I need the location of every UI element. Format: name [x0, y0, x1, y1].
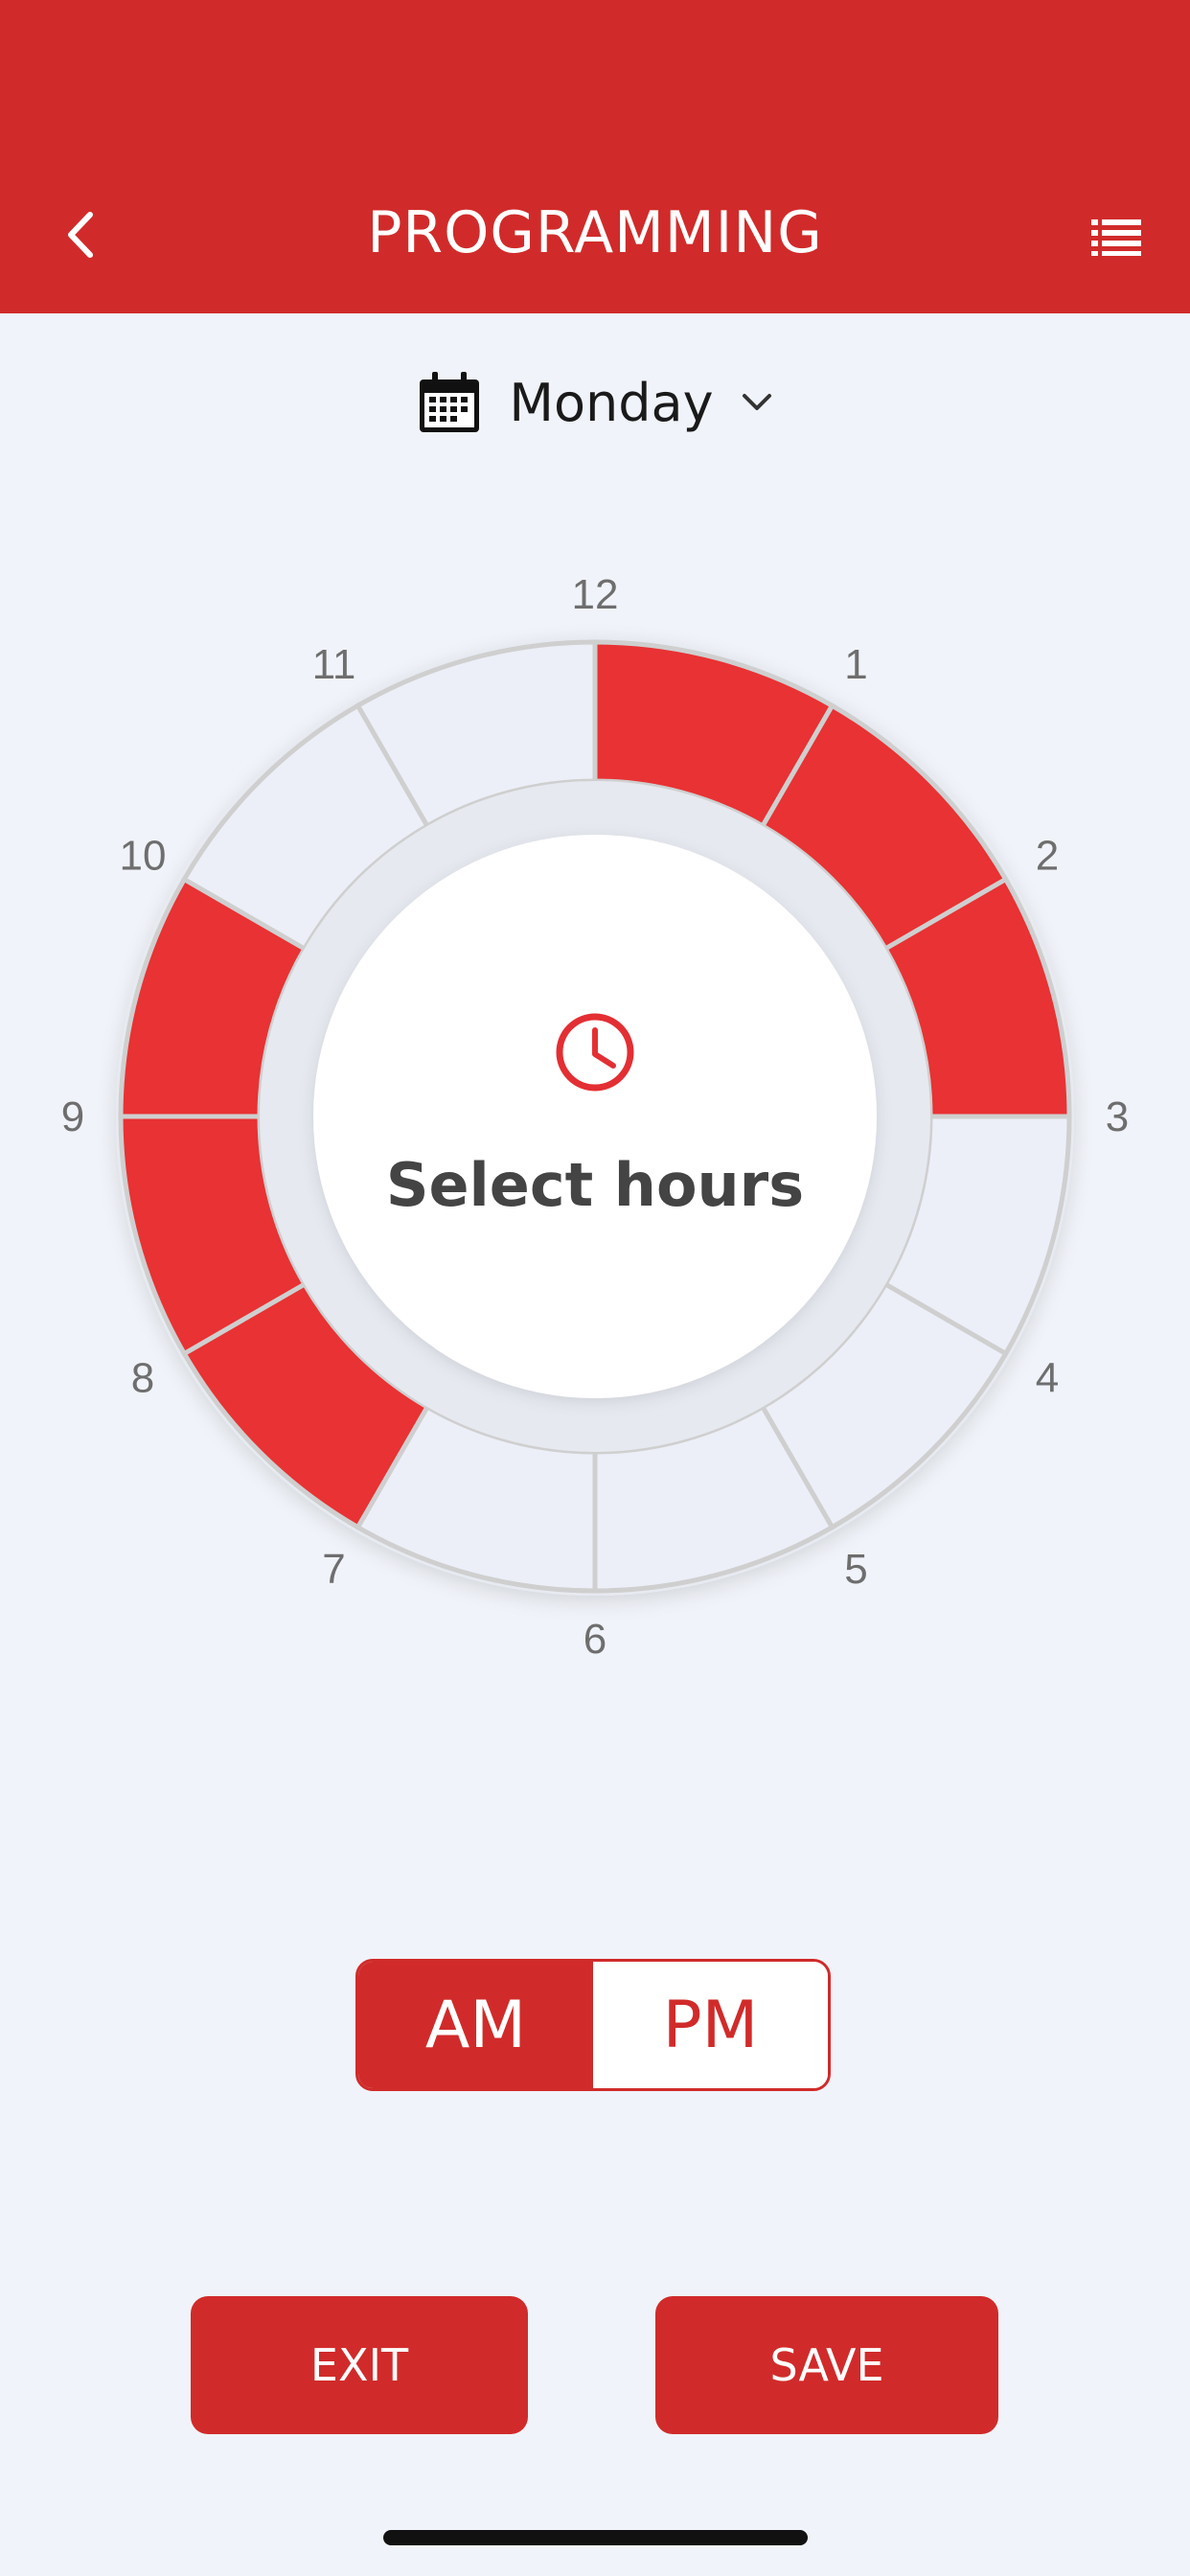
am-option[interactable]: AM [358, 1962, 593, 2088]
hour-label-10: 10 [120, 833, 167, 880]
hour-label-5: 5 [844, 1546, 867, 1593]
hour-label-4: 4 [1036, 1355, 1059, 1402]
hour-label-1: 1 [844, 641, 867, 688]
hour-label-3: 3 [1106, 1093, 1129, 1140]
hour-dial: 12 1 2 3 4 5 6 7 8 9 10 11 [0, 0, 1190, 1725]
hour-label-11: 11 [312, 641, 356, 688]
dial-center [313, 835, 877, 1398]
pm-option[interactable]: PM [593, 1962, 828, 2088]
hour-label-9: 9 [61, 1093, 84, 1140]
am-pm-toggle: AM PM [355, 1959, 831, 2091]
hour-dial-graphic: 121234567891011 [61, 571, 1129, 1663]
hour-label-6: 6 [584, 1616, 606, 1663]
hour-label-2: 2 [1036, 833, 1059, 880]
exit-button[interactable]: EXIT [191, 2296, 528, 2434]
hour-label-7: 7 [322, 1546, 345, 1593]
save-button[interactable]: SAVE [655, 2296, 998, 2434]
select-hours-label: Select hours [385, 1150, 805, 1220]
hour-label-12: 12 [572, 571, 619, 618]
programming-screen: PROGRAMMING Monday 12 1 2 3 4 5 6 7 8 9 … [0, 0, 1190, 2576]
hour-label-8: 8 [131, 1355, 154, 1402]
home-indicator [383, 2530, 808, 2545]
